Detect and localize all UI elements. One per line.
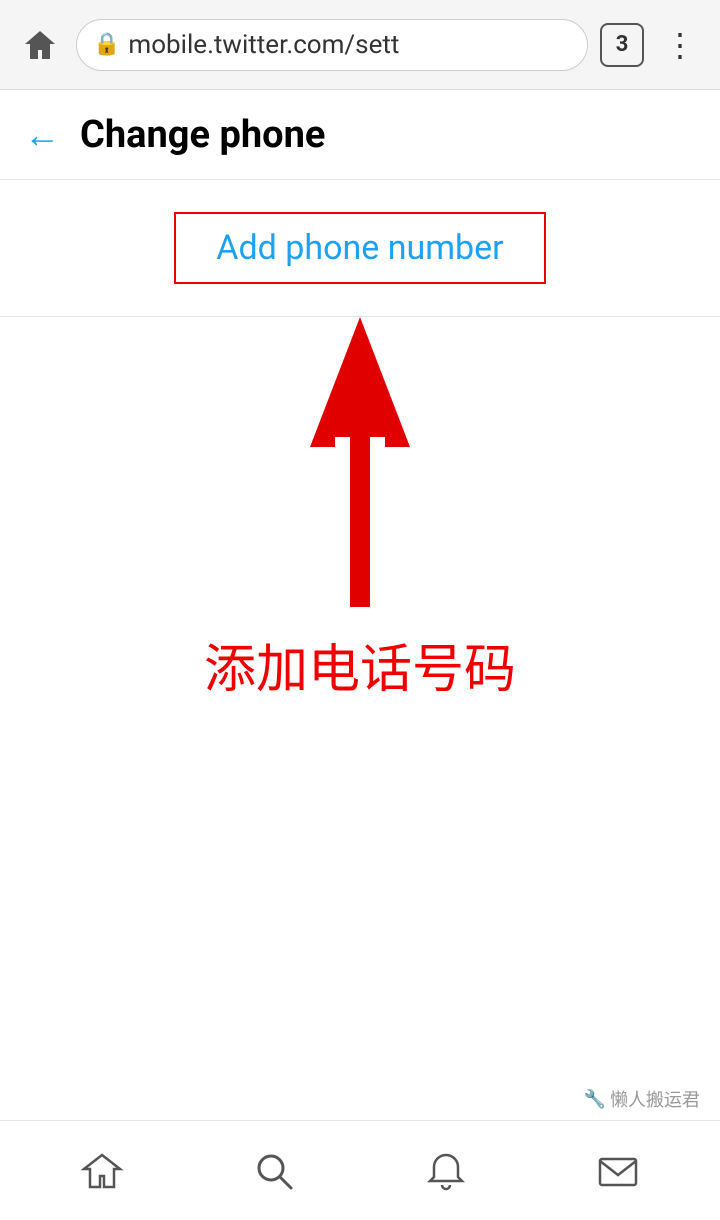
nav-messages-icon <box>596 1149 640 1193</box>
address-bar[interactable]: 🔒 mobile.twitter.com/sett <box>76 19 588 71</box>
nav-messages[interactable] <box>578 1131 658 1211</box>
nav-home[interactable] <box>62 1131 142 1211</box>
nav-search[interactable] <box>234 1131 314 1211</box>
add-phone-row: Add phone number <box>0 180 720 317</box>
back-button[interactable]: ← <box>24 117 60 153</box>
tab-count-badge[interactable]: 3 <box>600 23 644 67</box>
home-icon <box>22 27 58 63</box>
watermark-icon: 🔧 <box>584 1089 606 1110</box>
nav-notifications-icon <box>424 1149 468 1193</box>
add-phone-button[interactable]: Add phone number <box>174 212 545 284</box>
url-text: mobile.twitter.com/sett <box>128 30 399 60</box>
annotation-text: 添加电话号码 <box>204 627 516 702</box>
browser-home-button[interactable] <box>16 21 64 69</box>
nav-notifications[interactable] <box>406 1131 486 1211</box>
bottom-nav <box>0 1120 720 1220</box>
watermark-text: 懒人搬运君 <box>610 1086 700 1112</box>
page-title: Change phone <box>80 113 325 157</box>
watermark: 🔧 懒人搬运君 <box>584 1086 700 1112</box>
lock-icon: 🔒 <box>93 32 120 57</box>
browser-bar: 🔒 mobile.twitter.com/sett 3 ⋮ <box>0 0 720 90</box>
red-arrow-annotation <box>300 317 420 607</box>
main-content: 添加电话号码 <box>0 317 720 1017</box>
page-header: ← Change phone <box>0 90 720 180</box>
nav-search-icon <box>252 1149 296 1193</box>
browser-menu-button[interactable]: ⋮ <box>656 18 704 72</box>
nav-home-icon <box>80 1149 124 1193</box>
